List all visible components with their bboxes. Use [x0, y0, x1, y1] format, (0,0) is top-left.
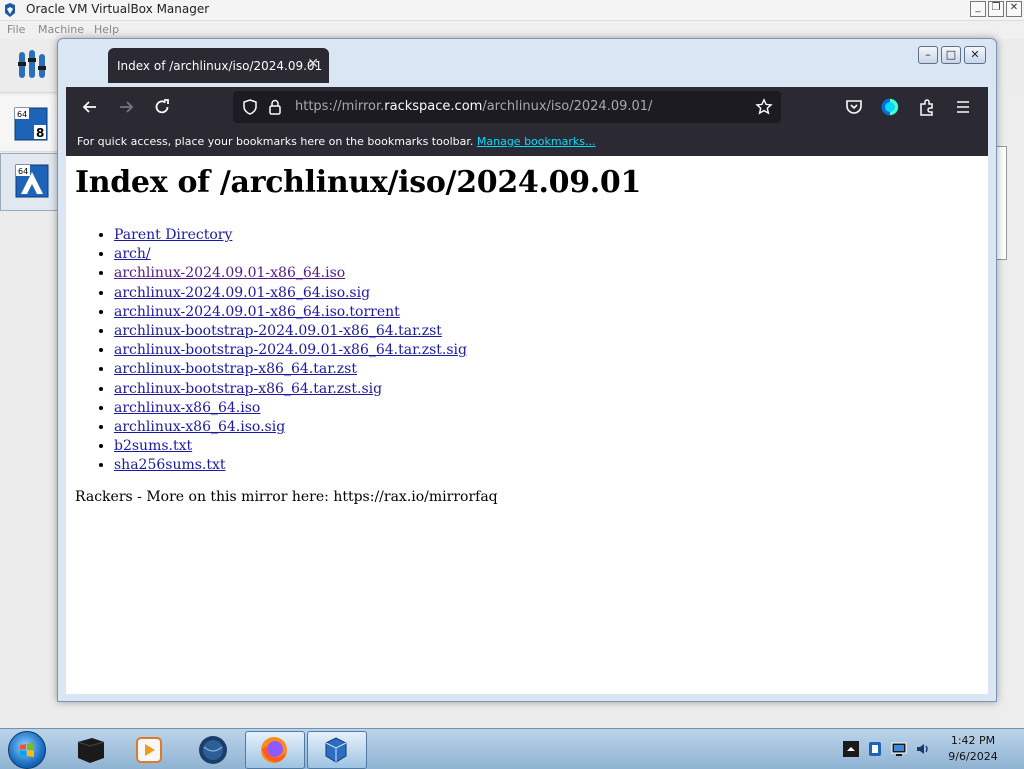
taskbar-virtualbox[interactable] — [307, 731, 367, 769]
vbox-close-button[interactable]: ✕ — [1006, 1, 1022, 17]
clock-time: 1:42 PM — [950, 734, 996, 747]
account-icon[interactable] — [880, 97, 900, 117]
firefox-window-controls: – □ ✕ — [918, 46, 986, 64]
vbox-preview-panel — [996, 146, 1007, 260]
file-link[interactable]: b2sums.txt — [114, 438, 192, 454]
taskbar-clock[interactable]: 1:42 PM 9/6/2024 — [927, 733, 1019, 765]
file-list-item: b2sums.txt — [114, 437, 467, 456]
start-button[interactable] — [8, 731, 46, 769]
url-domain: rackspace.com — [384, 99, 483, 114]
network-icon[interactable] — [891, 741, 907, 757]
page-content: Index of /archlinux/iso/2024.09.01 Paren… — [66, 156, 988, 694]
file-list-item: arch/ — [114, 245, 467, 264]
tools-icon[interactable] — [16, 48, 48, 82]
clock-date: 9/6/2024 — [948, 750, 998, 763]
bookmarks-hint: For quick access, place your bookmarks h… — [77, 135, 595, 148]
vbox-vm-list: 64 8 64 — [0, 93, 62, 728]
vm-badge: 64 — [17, 110, 27, 119]
file-list: Parent Directory arch/archlinux-2024.09.0… — [75, 226, 467, 476]
tray-app-icon[interactable] — [867, 741, 883, 757]
vm-badge: 64 — [18, 167, 28, 176]
bookmarks-toolbar: For quick access, place your bookmarks h… — [66, 127, 988, 156]
vm-version-badge: 8 — [36, 126, 44, 140]
url-path: /archlinux/iso/2024.09.01/ — [482, 99, 653, 114]
file-list-item: archlinux-bootstrap-x86_64.tar.zst.sig — [114, 380, 467, 399]
pocket-icon[interactable] — [844, 97, 864, 117]
file-link[interactable]: sha256sums.txt — [114, 457, 226, 473]
menu-help[interactable]: Help — [94, 23, 119, 36]
windows8-vm-icon: 64 8 — [14, 107, 48, 141]
taskbar-media-player[interactable] — [120, 731, 178, 767]
menu-icon[interactable] — [953, 97, 973, 117]
forward-arrow-icon[interactable] — [116, 97, 136, 117]
file-list-item: archlinux-x86_64.iso.sig — [114, 418, 467, 437]
file-list-item: sha256sums.txt — [114, 456, 467, 475]
taskbar-terminal-app[interactable] — [62, 731, 120, 767]
maximize-button[interactable]: □ — [941, 46, 961, 64]
shield-icon[interactable] — [241, 98, 259, 116]
url-bar[interactable]: https://mirror.rackspace.com/archlinux/i… — [233, 91, 781, 123]
file-list-item: archlinux-2024.09.01-x86_64.iso.torrent — [114, 303, 467, 322]
file-link[interactable]: archlinux-x86_64.iso.sig — [114, 419, 285, 435]
close-button[interactable]: ✕ — [964, 46, 986, 64]
firefox-icon — [261, 737, 287, 763]
file-list-item: archlinux-2024.09.01-x86_64.iso.sig — [114, 284, 467, 303]
virtualbox-taskbar-icon — [325, 737, 347, 763]
file-list-item: archlinux-bootstrap-2024.09.01-x86_64.ta… — [114, 341, 467, 360]
taskbar-firefox[interactable] — [245, 731, 305, 769]
file-link[interactable]: archlinux-bootstrap-x86_64.tar.zst — [114, 361, 357, 377]
windows-logo-icon — [20, 743, 34, 757]
file-list-item: archlinux-2024.09.01-x86_64.iso — [114, 264, 467, 283]
file-link[interactable]: archlinux-2024.09.01-x86_64.iso.torrent — [114, 304, 400, 320]
extensions-icon[interactable] — [917, 97, 937, 117]
manage-bookmarks-link[interactable]: Manage bookmarks... — [477, 135, 596, 148]
menu-file[interactable]: File — [7, 23, 25, 36]
vbox-window-controls: _ ❐ ✕ — [970, 1, 1022, 17]
page-heading: Index of /archlinux/iso/2024.09.01 — [75, 165, 642, 200]
file-list-item: archlinux-bootstrap-2024.09.01-x86_64.ta… — [114, 322, 467, 341]
bookmarks-hint-text: For quick access, place your bookmarks h… — [77, 135, 474, 148]
vm-list-item[interactable]: 64 8 — [0, 95, 60, 152]
file-link[interactable]: archlinux-x86_64.iso — [114, 400, 260, 416]
tab-close-icon[interactable]: ✕ — [307, 56, 319, 72]
vbox-titlebar: Oracle VM VirtualBox Manager _ ❐ ✕ — [0, 0, 1024, 21]
firefox-window: – □ ✕ Index of /archlinux/iso/2024.09.01… — [57, 38, 997, 702]
taskbar: 1:42 PM 9/6/2024 — [0, 728, 1024, 769]
file-link[interactable]: archlinux-bootstrap-x86_64.tar.zst.sig — [114, 381, 382, 397]
file-list-item: archlinux-bootstrap-x86_64.tar.zst — [114, 360, 467, 379]
globe-app-icon — [199, 736, 227, 764]
terminal-cube-icon — [77, 738, 105, 763]
taskbar-thunderbird[interactable] — [184, 731, 242, 767]
url-text[interactable]: https://mirror.rackspace.com/archlinux/i… — [295, 99, 652, 114]
vm-list-item-selected[interactable]: 64 — [0, 153, 62, 211]
mirror-footer-note: Rackers - More on this mirror here: http… — [75, 489, 498, 505]
vbox-menubar: File Machine Help — [0, 21, 1024, 39]
file-list-item: archlinux-x86_64.iso — [114, 399, 467, 418]
menu-machine[interactable]: Machine — [38, 23, 84, 36]
vbox-restore-button[interactable]: ❐ — [988, 1, 1004, 17]
browser-tab[interactable]: Index of /archlinux/iso/2024.09.01 ✕ — [108, 48, 329, 83]
arch-vm-icon: 64 — [15, 164, 49, 198]
file-link[interactable]: arch/ — [114, 246, 151, 262]
show-hidden-icons-icon[interactable] — [843, 741, 859, 757]
file-link[interactable]: Parent Directory — [114, 227, 232, 243]
back-arrow-icon[interactable] — [80, 97, 100, 117]
reload-icon[interactable] — [152, 97, 172, 117]
vbox-window-title: Oracle VM VirtualBox Manager — [26, 2, 210, 16]
media-player-icon — [136, 737, 162, 763]
url-prefix: https://mirror. — [295, 99, 385, 114]
tab-title: Index of /archlinux/iso/2024.09.01 — [117, 59, 323, 73]
file-list-item: Parent Directory — [114, 226, 467, 245]
minimize-button[interactable]: – — [918, 46, 938, 64]
vbox-minimize-button[interactable]: _ — [970, 1, 986, 17]
file-link[interactable]: archlinux-bootstrap-2024.09.01-x86_64.ta… — [114, 342, 467, 358]
virtualbox-icon — [5, 3, 15, 17]
file-link[interactable]: archlinux-2024.09.01-x86_64.iso.sig — [114, 285, 370, 301]
file-link[interactable]: archlinux-bootstrap-2024.09.01-x86_64.ta… — [114, 323, 442, 339]
lock-icon[interactable] — [267, 98, 283, 116]
navigation-toolbar: https://mirror.rackspace.com/archlinux/i… — [66, 87, 988, 127]
file-link[interactable]: archlinux-2024.09.01-x86_64.iso — [114, 265, 345, 281]
star-icon[interactable] — [755, 98, 773, 116]
